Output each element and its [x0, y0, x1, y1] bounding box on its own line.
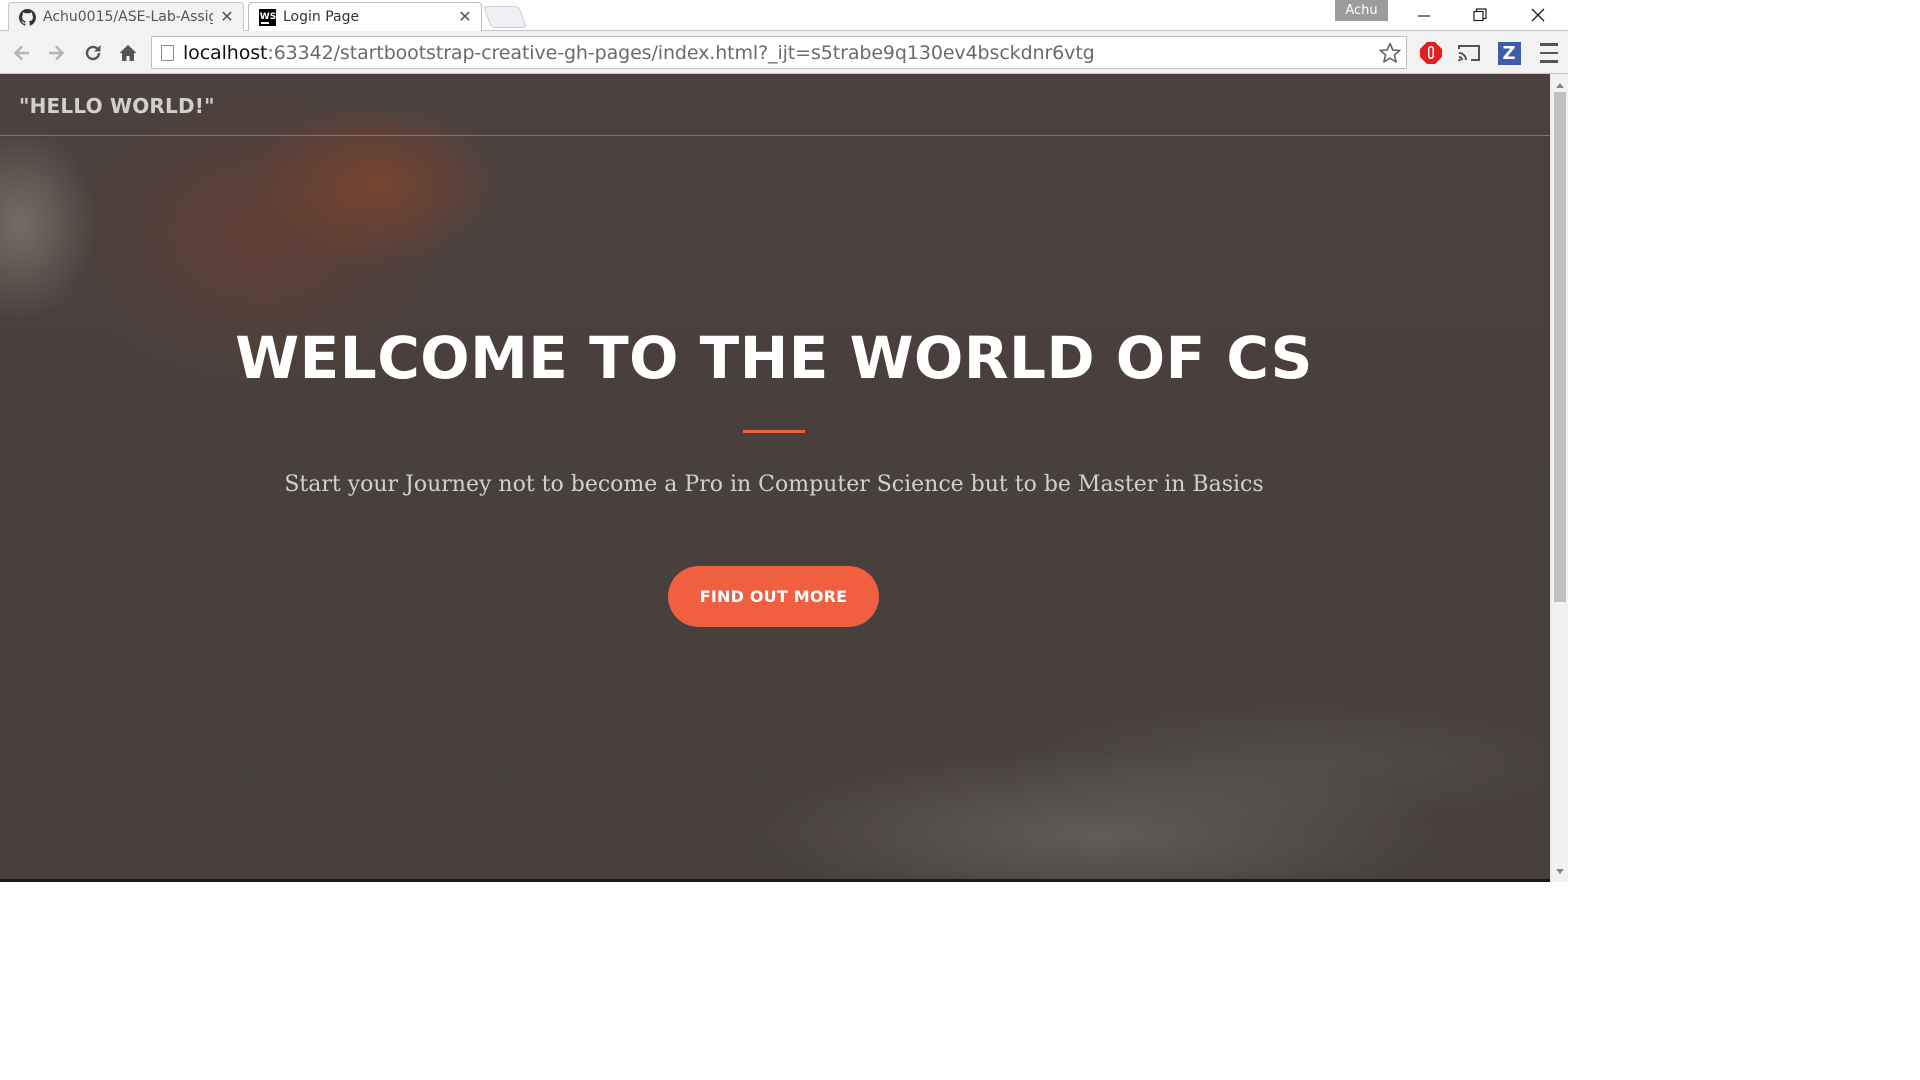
- restore-icon[interactable]: [1452, 0, 1508, 30]
- window-close-icon[interactable]: [1510, 0, 1566, 30]
- zotero-icon[interactable]: Z: [1496, 40, 1522, 66]
- hero-subtitle: Start your Journey not to become a Pro i…: [284, 472, 1264, 497]
- profile-button[interactable]: Achu: [1335, 0, 1388, 21]
- scroll-up-icon[interactable]: [1555, 80, 1565, 90]
- vertical-scrollbar[interactable]: [1550, 74, 1568, 882]
- github-icon: [19, 8, 36, 26]
- browser-tab-strip: Achu0015/ASE-Lab-Assignm ✕ WS Login Page…: [0, 0, 1568, 31]
- hero-section: WELCOME TO THE WORLD OF CS Start your Jo…: [0, 74, 1550, 882]
- scroll-thumb[interactable]: [1554, 92, 1566, 602]
- back-arrow-icon[interactable]: [8, 39, 36, 67]
- bookmark-star-icon[interactable]: [1378, 41, 1402, 65]
- url-text[interactable]: localhost:63342/startbootstrap-creative-…: [183, 42, 1095, 64]
- reload-icon[interactable]: [79, 39, 107, 67]
- close-icon[interactable]: ✕: [457, 9, 473, 25]
- tab-title: Login Page: [283, 9, 360, 25]
- close-icon[interactable]: ✕: [219, 9, 235, 25]
- hero-title: WELCOME TO THE WORLD OF CS: [235, 324, 1313, 392]
- page-icon: [161, 44, 174, 61]
- menu-icon[interactable]: [1536, 40, 1562, 66]
- webstorm-icon: WS: [259, 8, 276, 26]
- browser-toolbar: localhost:63342/startbootstrap-creative-…: [0, 31, 1568, 74]
- scroll-down-icon[interactable]: [1555, 866, 1565, 876]
- tab-github[interactable]: Achu0015/ASE-Lab-Assignm ✕: [8, 2, 244, 31]
- adblock-icon[interactable]: [1418, 40, 1444, 66]
- new-tab-button[interactable]: [482, 6, 528, 28]
- page-viewport: "HELLO WORLD!" WELCOME TO THE WORLD OF C…: [0, 74, 1550, 882]
- forward-arrow-icon[interactable]: [42, 39, 70, 67]
- home-icon[interactable]: [114, 39, 142, 67]
- window-bottom-edge: [0, 879, 1550, 882]
- tab-login-page[interactable]: WS Login Page ✕: [248, 2, 482, 31]
- cast-icon[interactable]: [1456, 40, 1482, 66]
- tab-title: Achu0015/ASE-Lab-Assignm: [43, 9, 213, 25]
- find-out-more-button[interactable]: FIND OUT MORE: [668, 566, 879, 627]
- address-bar[interactable]: localhost:63342/startbootstrap-creative-…: [151, 36, 1407, 69]
- hero-divider: [743, 430, 805, 433]
- minimize-icon[interactable]: [1396, 0, 1452, 30]
